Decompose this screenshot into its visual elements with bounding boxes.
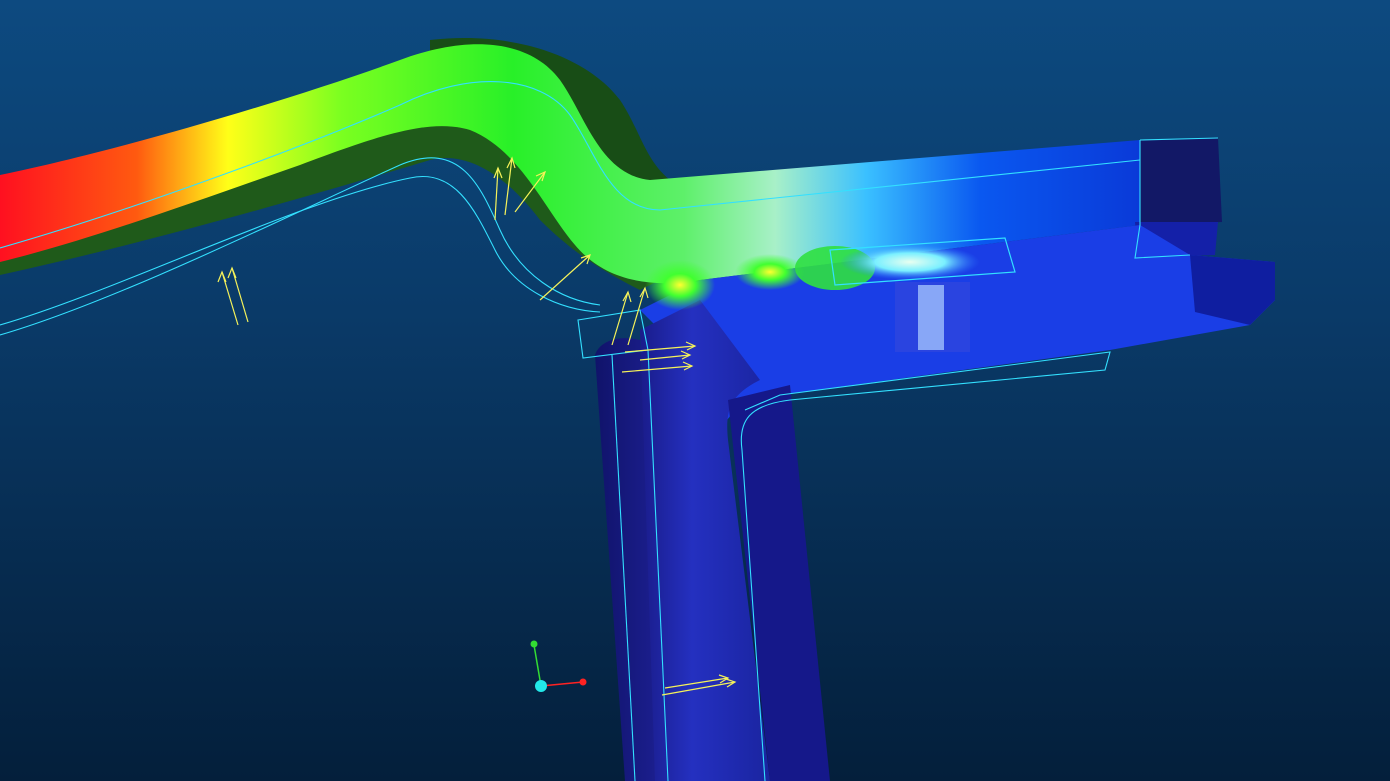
green-stress-spot-1 bbox=[645, 260, 715, 310]
force-vector-arrow bbox=[539, 254, 591, 301]
cae-3d-viewport[interactable] bbox=[0, 0, 1390, 781]
green-stress-spot-2 bbox=[735, 254, 805, 290]
force-vector-arrow bbox=[611, 290, 632, 346]
slot-hotspot bbox=[840, 244, 980, 280]
pin-highlight bbox=[918, 285, 944, 350]
force-vector-arrow bbox=[493, 166, 503, 221]
axis-triad-icon bbox=[530, 640, 587, 692]
model-scene[interactable] bbox=[0, 0, 1390, 781]
end-block bbox=[1140, 138, 1222, 225]
force-vector-arrow bbox=[227, 266, 249, 323]
